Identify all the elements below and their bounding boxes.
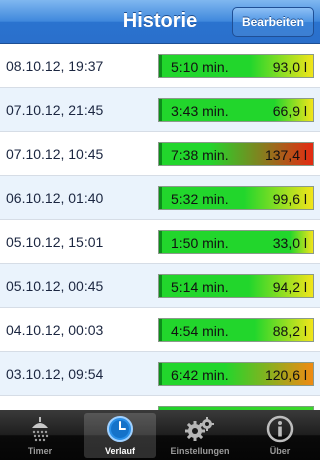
nav-bar: Historie Bearbeiten bbox=[0, 0, 320, 44]
tab-label: Über bbox=[269, 446, 291, 456]
volume-label: 137,4 l bbox=[264, 147, 307, 163]
duration-label: 6:42 min. bbox=[171, 367, 229, 383]
tab-ueber[interactable]: Über bbox=[244, 413, 316, 458]
usage-bar: 7:38 min. 137,4 l bbox=[158, 142, 314, 166]
tab-verlauf[interactable]: Verlauf bbox=[84, 413, 156, 458]
history-date: 07.10.12, 21:45 bbox=[6, 102, 104, 118]
tab-label: Verlauf bbox=[104, 446, 135, 456]
history-date: 03.10.12, 09:54 bbox=[6, 366, 104, 382]
tab-label: Einstellungen bbox=[170, 446, 230, 456]
shower-icon bbox=[32, 417, 49, 442]
history-row[interactable]: 04.10.12, 00:03 4:54 min. 88,2 l bbox=[0, 308, 320, 352]
history-row[interactable]: 08.10.12, 19:37 5:10 min. 93,0 l bbox=[0, 44, 320, 88]
history-row[interactable]: 06.10.12, 01:40 5:32 min. 99,6 l bbox=[0, 176, 320, 220]
usage-bar: 5:10 min. 93,0 l bbox=[158, 54, 314, 78]
duration-label: 7:38 min. bbox=[171, 147, 229, 163]
usage-bar: 1:50 min. 33,0 l bbox=[158, 230, 314, 254]
duration-label: 5:14 min. bbox=[171, 279, 229, 295]
tab-bar: Timer Verlauf Einstellungen Über bbox=[0, 410, 320, 460]
history-date: 07.10.12, 10:45 bbox=[6, 146, 104, 162]
duration-label: 5:10 min. bbox=[171, 59, 229, 75]
volume-label: 94,2 l bbox=[272, 279, 307, 295]
history-date: 05.10.12, 15:01 bbox=[6, 234, 104, 250]
duration-label: 1:50 min. bbox=[171, 235, 229, 251]
history-row-partial[interactable] bbox=[0, 396, 320, 410]
tab-label: Timer bbox=[27, 446, 53, 456]
volume-label: 99,6 l bbox=[272, 191, 307, 207]
usage-bar: 5:14 min. 94,2 l bbox=[158, 274, 314, 298]
tab-timer[interactable]: Timer bbox=[4, 413, 76, 458]
usage-bar: 4:54 min. 88,2 l bbox=[158, 318, 314, 342]
history-row[interactable]: 03.10.12, 09:54 6:42 min. 120,6 l bbox=[0, 352, 320, 396]
volume-label: 93,0 l bbox=[272, 59, 307, 75]
volume-label: 88,2 l bbox=[272, 323, 307, 339]
history-row[interactable]: 05.10.12, 00:45 5:14 min. 94,2 l bbox=[0, 264, 320, 308]
history-date: 05.10.12, 00:45 bbox=[6, 278, 104, 294]
duration-label: 5:32 min. bbox=[171, 191, 229, 207]
history-date: 04.10.12, 00:03 bbox=[6, 322, 104, 338]
usage-bar: 6:42 min. 120,6 l bbox=[158, 362, 314, 386]
history-row[interactable]: 07.10.12, 10:45 7:38 min. 137,4 l bbox=[0, 132, 320, 176]
volume-label: 33,0 l bbox=[272, 235, 307, 251]
history-date: 06.10.12, 01:40 bbox=[6, 190, 104, 206]
clock-icon bbox=[107, 416, 133, 442]
history-row[interactable]: 05.10.12, 15:01 1:50 min. 33,0 l bbox=[0, 220, 320, 264]
usage-bar: 5:32 min. 99,6 l bbox=[158, 186, 314, 210]
history-row[interactable]: 07.10.12, 21:45 3:43 min. 66,9 l bbox=[0, 88, 320, 132]
duration-label: 3:43 min. bbox=[171, 103, 229, 119]
info-icon bbox=[266, 415, 294, 443]
volume-label: 120,6 l bbox=[264, 367, 307, 383]
edit-button[interactable]: Bearbeiten bbox=[231, 7, 314, 37]
history-list[interactable]: 08.10.12, 19:37 5:10 min. 93,0 l 07.10.1… bbox=[0, 44, 320, 410]
usage-bar: 3:43 min. 66,9 l bbox=[158, 98, 314, 122]
gears-icon bbox=[185, 417, 214, 441]
duration-label: 4:54 min. bbox=[171, 323, 229, 339]
volume-label: 66,9 l bbox=[272, 103, 307, 119]
tab-einstellungen[interactable]: Einstellungen bbox=[164, 413, 236, 458]
history-date: 08.10.12, 19:37 bbox=[6, 58, 104, 74]
